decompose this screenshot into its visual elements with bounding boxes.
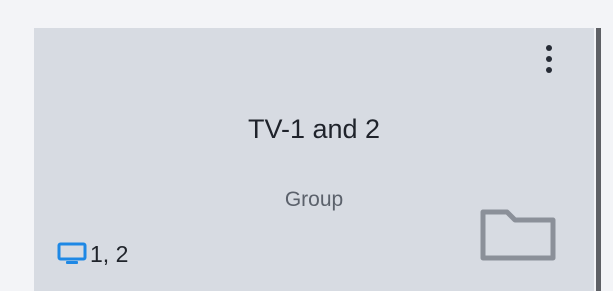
more-dot-icon	[546, 45, 552, 51]
page: TV-1 and 2 Group 1, 2	[0, 0, 613, 291]
folder-icon	[480, 209, 556, 261]
group-title: TV-1 and 2	[247, 114, 381, 144]
monitor-icon	[57, 242, 87, 264]
more-options-button[interactable]	[534, 42, 564, 76]
group-card[interactable]: TV-1 and 2 Group 1, 2	[34, 28, 594, 291]
adjacent-card-edge	[596, 28, 601, 291]
more-dot-icon	[546, 56, 552, 62]
screen-numbers: 1, 2	[90, 241, 129, 267]
more-dot-icon	[546, 67, 552, 73]
screen-list: 1, 2	[57, 240, 128, 268]
